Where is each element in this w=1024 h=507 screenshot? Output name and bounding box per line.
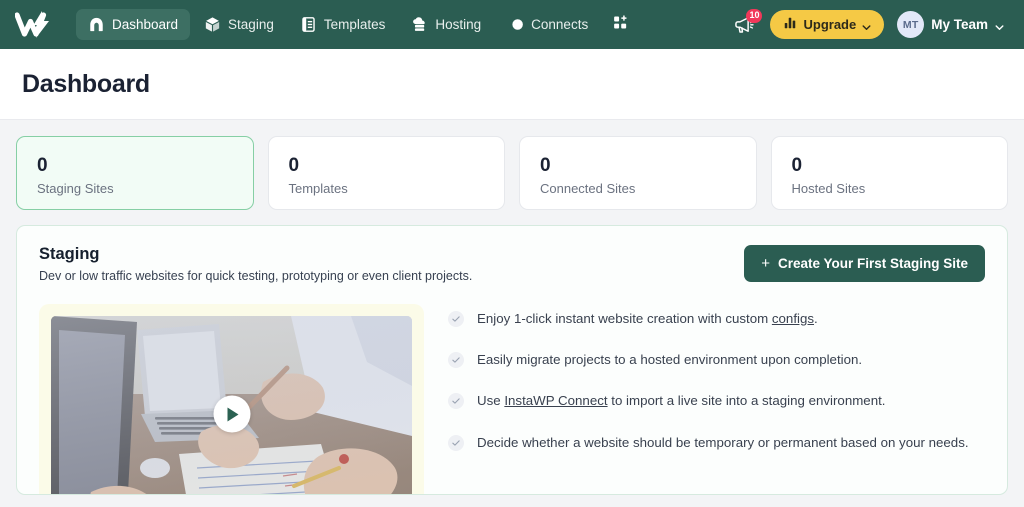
play-icon[interactable] <box>213 395 250 433</box>
stat-card-connected-sites[interactable]: 0 Connected Sites <box>519 136 757 210</box>
team-label: My Team <box>931 17 988 32</box>
team-menu[interactable]: MT My Team <box>897 11 1004 38</box>
templates-icon <box>300 16 317 33</box>
grid-plus-icon <box>612 14 629 36</box>
instawp-logo[interactable] <box>14 10 60 40</box>
feature-text-prefix: Easily migrate projects to a hosted envi… <box>477 352 863 368</box>
check-icon <box>448 393 464 410</box>
nav-item-connects[interactable]: Connects <box>495 9 600 40</box>
upgrade-button[interactable]: Upgrade <box>770 10 885 39</box>
stat-label: Staging Sites <box>37 180 114 196</box>
apps-grid-button[interactable] <box>602 7 639 43</box>
staging-panel-body: Enjoy 1-click instant website creation w… <box>39 304 985 494</box>
stat-card-templates[interactable]: 0 Templates <box>267 136 505 210</box>
nav-item-hosting[interactable]: Hosting <box>399 9 493 40</box>
stat-label: Connected Sites <box>540 180 636 196</box>
stat-card-hosted-sites[interactable]: 0 Hosted Sites <box>770 136 1008 210</box>
main-nav: Dashboard Staging Templates Hosting Conn… <box>76 7 639 43</box>
staging-panel: Staging Dev or low traffic websites for … <box>16 225 1008 495</box>
home-icon <box>88 16 105 33</box>
stat-card-staging-sites[interactable]: 0 Staging Sites <box>16 136 254 210</box>
nav-item-templates[interactable]: Templates <box>288 9 398 40</box>
nav-label-hosting: Hosting <box>435 17 482 32</box>
chevron-down-icon <box>862 20 871 31</box>
page-title: Dashboard <box>22 69 150 98</box>
stat-label: Hosted Sites <box>791 180 866 196</box>
connects-icon <box>507 16 524 33</box>
nav-item-dashboard[interactable]: Dashboard <box>76 9 191 40</box>
feature-text: Decide whether a website should be tempo… <box>477 433 969 453</box>
instawp-connect-link[interactable]: InstaWP Connect <box>504 393 607 408</box>
upgrade-label: Upgrade <box>803 17 857 32</box>
feature-item: Enjoy 1-click instant website creation w… <box>448 309 985 329</box>
stats-row: 0 Staging Sites 0 Templates 0 Connected … <box>16 136 1008 210</box>
announcements-button[interactable]: 10 <box>731 8 763 38</box>
feature-text: Enjoy 1-click instant website creation w… <box>477 309 818 329</box>
feature-text-suffix: to import a live site into a staging env… <box>607 393 886 409</box>
nav-label-templates: Templates <box>323 17 386 32</box>
bar-chart-icon <box>783 16 797 33</box>
chevron-down-icon <box>995 20 1004 31</box>
nav-item-staging[interactable]: Staging <box>192 9 286 40</box>
nav-label-connects: Connects <box>531 17 589 32</box>
feature-text-prefix: Decide whether a website should be tempo… <box>477 434 969 450</box>
video-frame <box>39 304 424 494</box>
nav-label-staging: Staging <box>228 17 274 32</box>
stat-label: Templates <box>288 180 348 196</box>
cube-icon <box>204 16 221 33</box>
check-icon <box>448 352 464 369</box>
feature-text: Easily migrate projects to a hosted envi… <box>477 350 862 370</box>
plus-icon: + <box>761 255 770 272</box>
staging-panel-title: Staging <box>39 245 100 263</box>
stat-value: 0 <box>791 155 803 176</box>
feature-text-suffix: . <box>814 311 818 326</box>
feature-text-prefix: Use <box>477 393 505 409</box>
staging-intro-video[interactable] <box>51 316 412 494</box>
check-icon <box>448 311 464 327</box>
announcements-badge: 10 <box>746 8 763 23</box>
cloud-server-icon <box>411 16 428 33</box>
page-header: Dashboard <box>0 49 1024 120</box>
feature-item: Decide whether a website should be tempo… <box>448 433 985 453</box>
top-navbar: Dashboard Staging Templates Hosting Conn… <box>0 0 1024 49</box>
avatar: MT <box>897 11 925 38</box>
create-staging-site-label: Create Your First Staging Site <box>777 256 968 271</box>
nav-label-dashboard: Dashboard <box>112 17 179 32</box>
staging-features-list: Enjoy 1-click instant website creation w… <box>448 304 985 494</box>
staging-panel-header: Staging Dev or low traffic websites for … <box>39 245 985 283</box>
configs-link[interactable]: configs <box>772 311 814 326</box>
feature-item: Use InstaWP Connect to import a live sit… <box>448 391 985 411</box>
feature-text: Use InstaWP Connect to import a live sit… <box>477 391 885 411</box>
feature-text-prefix: Enjoy 1-click instant website creation w… <box>477 311 772 326</box>
stat-value: 0 <box>288 155 300 176</box>
feature-item: Easily migrate projects to a hosted envi… <box>448 350 985 370</box>
check-icon <box>448 434 464 451</box>
stat-value: 0 <box>37 155 48 176</box>
staging-panel-subtitle: Dev or low traffic websites for quick te… <box>39 269 473 283</box>
stat-value: 0 <box>540 155 551 176</box>
main-content: 0 Staging Sites 0 Templates 0 Connected … <box>0 120 1024 495</box>
create-staging-site-button[interactable]: + Create Your First Staging Site <box>744 245 985 282</box>
navbar-right: 10 Upgrade MT My Team <box>731 8 1010 39</box>
